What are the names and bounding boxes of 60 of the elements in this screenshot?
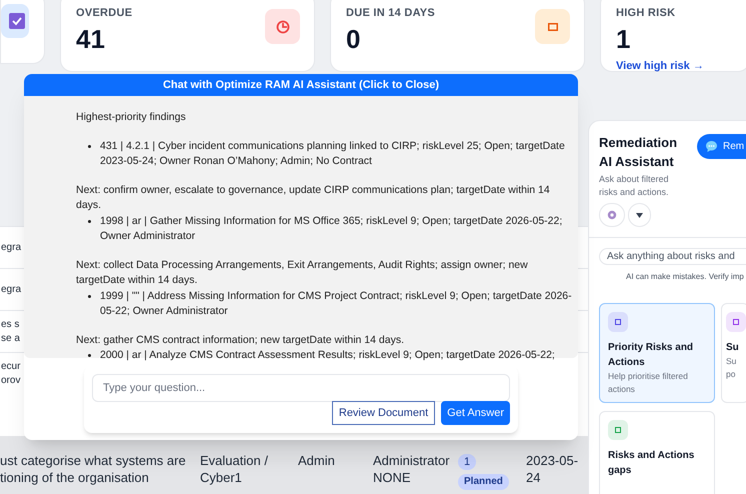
ai-disclaimer: AI can make mistakes. Verify imp xyxy=(625,271,745,283)
status-badge: Planned xyxy=(458,474,509,490)
chat-paragraph: Next: collect Data Processing Arrangements, Exit Arrangements, Audit Rights; assign owner; new targetDate within 14 days. xyxy=(76,258,529,288)
view-high-risk-link[interactable]: View high risk → xyxy=(616,58,704,74)
table-cell-text: 24 xyxy=(526,469,542,486)
card-text: Su po xyxy=(726,355,738,381)
table-cell-text: ecur xyxy=(1,360,20,374)
table-cell-text: es s xyxy=(1,318,20,332)
clock-icon xyxy=(265,9,300,44)
square-icon xyxy=(535,9,570,44)
card-title: Priority Risks and Actions xyxy=(608,341,694,370)
assistant-button[interactable]: Rem xyxy=(697,134,746,159)
chat-paragraph: Next: confirm owner, escalate to governance, update CIRP communications plan; targetDate within 14 days. xyxy=(76,182,551,213)
bullet-icon xyxy=(88,294,91,298)
ask-placeholder: Ask anything about risks and xyxy=(607,250,735,264)
stat-label: HIGH RISK xyxy=(616,6,676,21)
bullet-icon xyxy=(88,144,91,148)
suggestion-card[interactable]: Su Su po xyxy=(721,303,746,403)
chat-list-item: 2000 | ar | Analyze CMS Contract Assessment Results; riskLevel 9; Open; targetDate 2026-05-22; xyxy=(100,348,555,363)
get-answer-button[interactable]: Get Answer xyxy=(441,401,510,425)
suggestion-card[interactable]: Risks and Actions gaps xyxy=(599,411,715,494)
stat-label: OVERDUE xyxy=(76,6,132,21)
table-cell-text: NONE xyxy=(373,469,412,486)
stat-value: 0 xyxy=(346,22,362,56)
table-cell-text: Cyber1 xyxy=(200,469,243,486)
suggestion-card[interactable]: Priority Risks and Actions Help prioritise filtered actions xyxy=(599,303,715,403)
chat-title-bar[interactable]: Chat with Optimize RAM AI Assistant (Click to Close) xyxy=(24,74,578,96)
caret-icon xyxy=(636,212,643,218)
table-cell-text: egra xyxy=(1,240,22,254)
ask-input[interactable]: Ask anything about risks and xyxy=(599,248,746,265)
table-cell-text: tioning of the organisation xyxy=(0,469,150,486)
table-cell-text: egra xyxy=(1,282,22,296)
table-cell-text: 2023-05- xyxy=(526,452,578,469)
card-text: Help prioritise filtered actions xyxy=(608,370,689,396)
stat-value: 41 xyxy=(76,22,106,56)
bullet-icon xyxy=(88,220,91,222)
review-document-button[interactable]: Review Document xyxy=(332,401,436,425)
question-input[interactable]: Type your question... xyxy=(92,374,510,402)
table-cell-text: ust categorise what systems are xyxy=(0,452,187,469)
bullet-icon xyxy=(88,354,91,357)
chat-list-item: 1999 | "" | Address Missing Information for CMS Project Contract; riskLevel 9; Open; targetDate 2026-05-22; Owner Administrator xyxy=(100,288,573,319)
table-cell-text: se a xyxy=(1,332,20,346)
stat-value: 1 xyxy=(616,22,632,56)
table-cell-text: Evaluation / xyxy=(200,452,269,469)
card-title: Risks and Actions gaps xyxy=(608,449,696,478)
card-title: Su xyxy=(726,341,740,355)
count-badge: 1 xyxy=(458,454,476,470)
chat-paragraph: Next: gather CMS contract information; new targetDate within 14 days. xyxy=(76,332,405,348)
table-cell-text: orov xyxy=(1,374,20,388)
dropdown-button[interactable] xyxy=(628,203,651,227)
chat-list-item: 1998 | ar | Gather Missing Information for MS Office 365; riskLevel 9; Open; targetDate 2026-05-22; Owner Administrator xyxy=(100,214,564,244)
stat-label: DUE IN 14 DAYS xyxy=(346,6,436,21)
chat-heading: Highest-priority findings xyxy=(76,110,187,125)
table-cell-text: Administrator xyxy=(373,452,451,469)
assistant-title: Remediation AI Assistant xyxy=(599,134,678,171)
table-cell-text: Admin xyxy=(298,452,336,469)
settings-icon xyxy=(606,209,618,221)
assistant-subtitle: Ask about filtered risks and actions. xyxy=(599,173,670,199)
chat-bubble-icon xyxy=(705,140,718,153)
chat-list-item: 431 | 4.2.1 | Cyber incident communications planning linked to CIRP; riskLevel 25; Open; targetDate 2023-05-24; Owner Ronan O’Mahony; Admin; No Contract xyxy=(100,138,566,169)
